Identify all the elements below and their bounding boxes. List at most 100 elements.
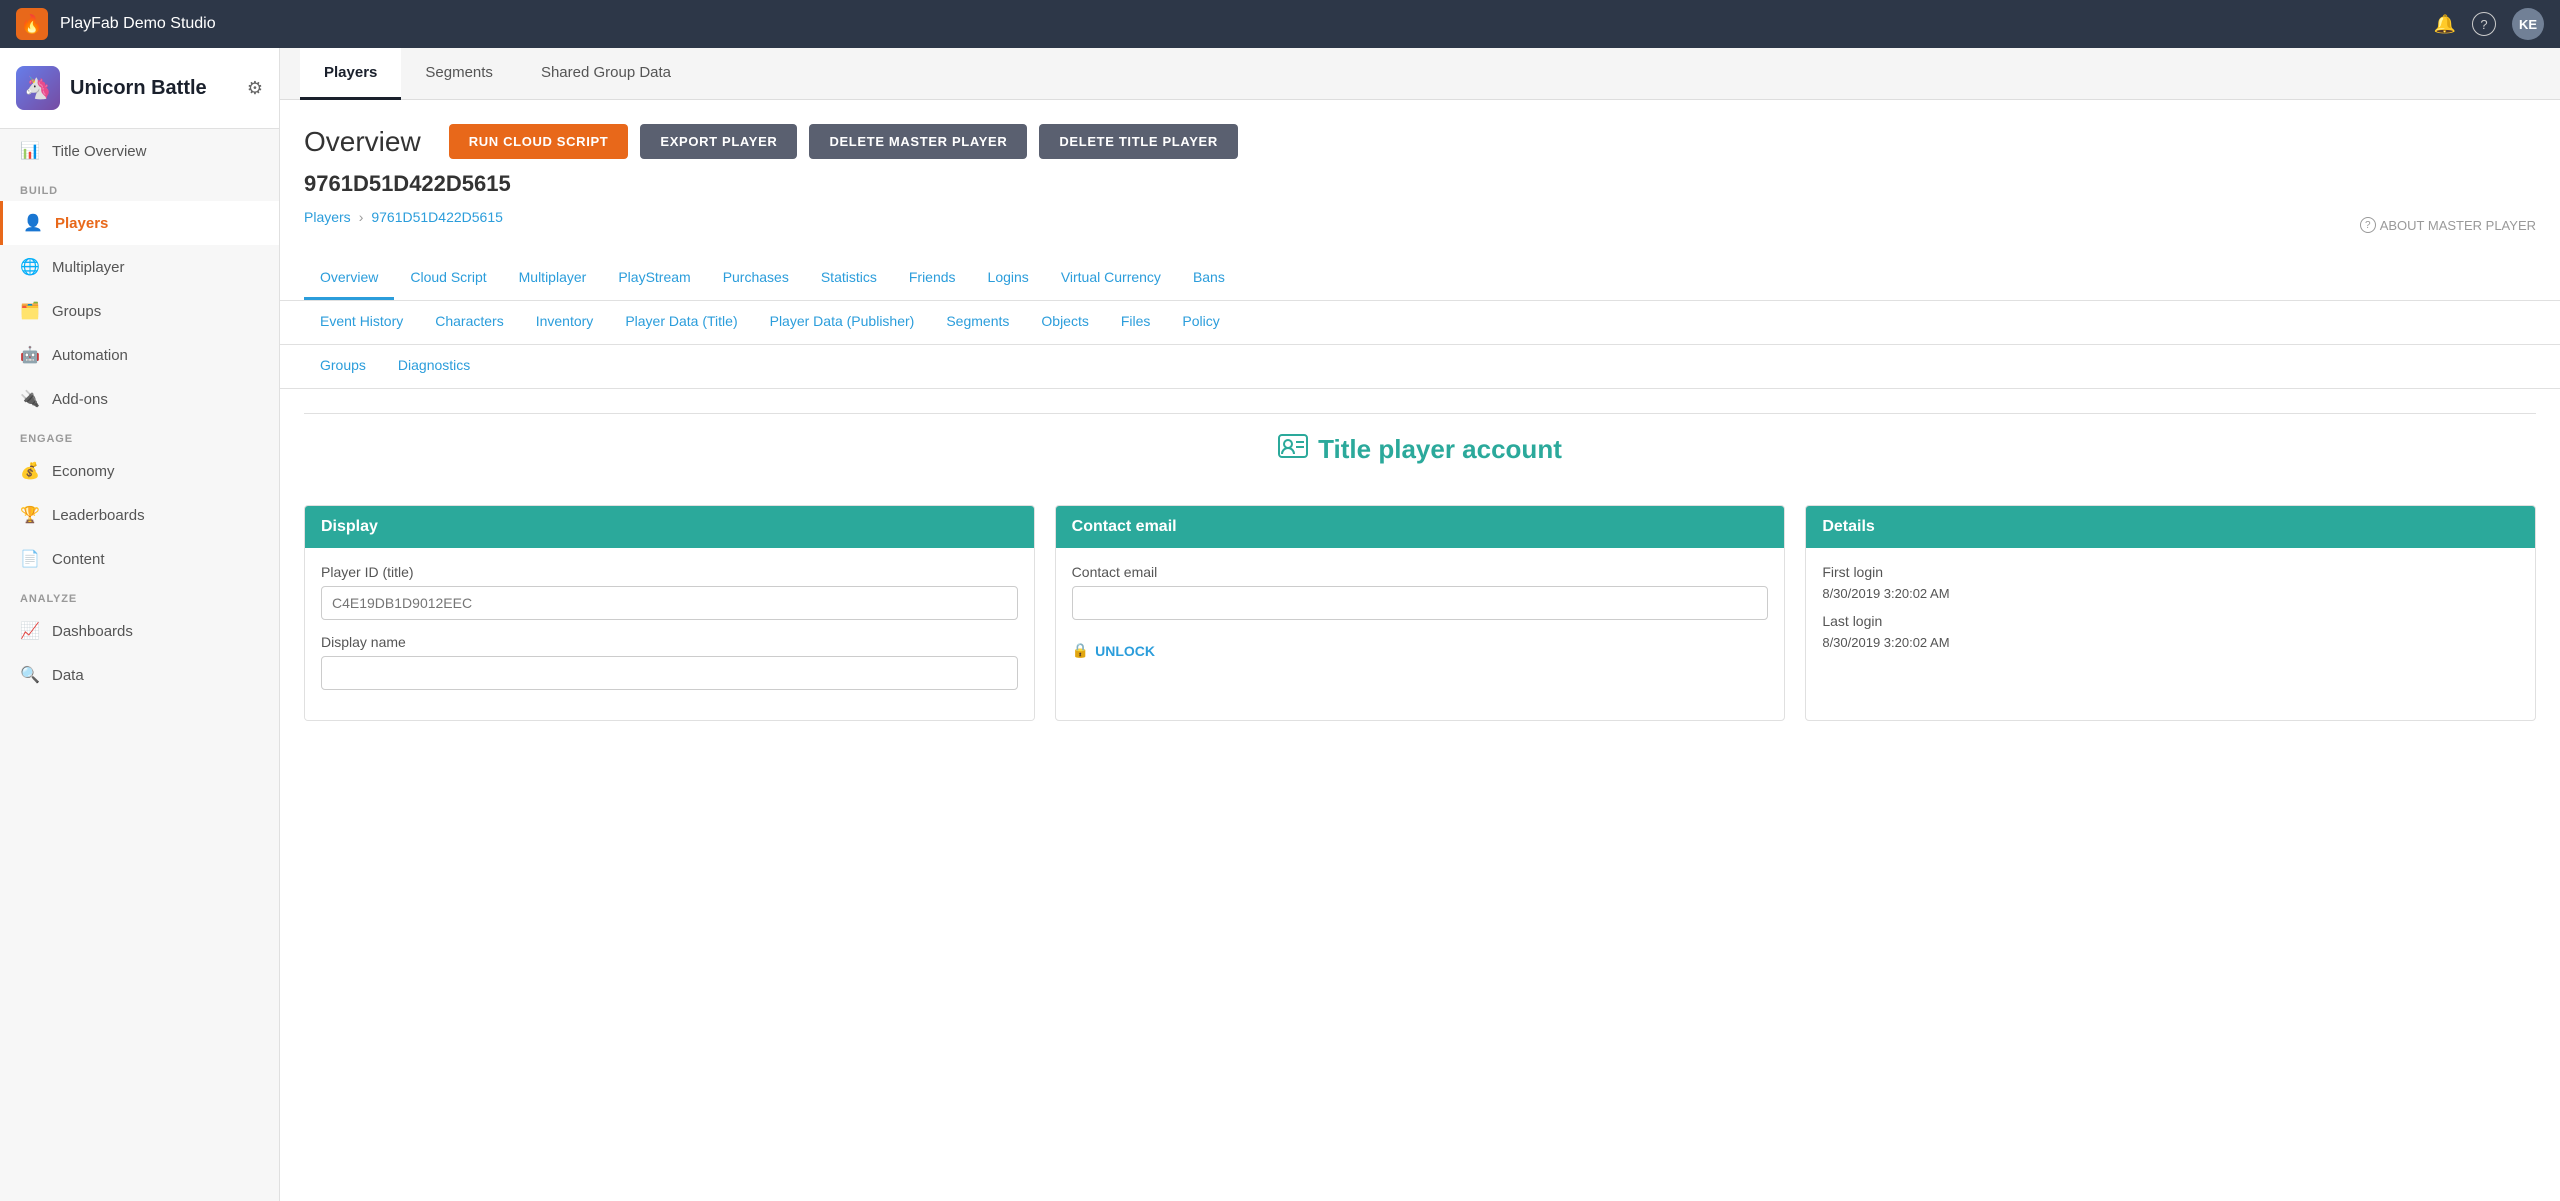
automation-icon: 🤖 bbox=[20, 345, 40, 365]
sidebar-item-addons[interactable]: 🔌 Add-ons bbox=[0, 377, 279, 421]
economy-icon: 💰 bbox=[20, 461, 40, 481]
sidebar-label-addons: Add-ons bbox=[52, 391, 108, 408]
delete-title-player-button[interactable]: DELETE TITLE PLAYER bbox=[1039, 124, 1238, 159]
groups-icon: 🗂️ bbox=[20, 301, 40, 321]
sidebar-label-players: Players bbox=[55, 215, 108, 232]
tab-players[interactable]: Players bbox=[300, 48, 401, 100]
player-tab-files[interactable]: Files bbox=[1105, 301, 1167, 344]
player-tab-player-data-title[interactable]: Player Data (Title) bbox=[609, 301, 753, 344]
display-name-label: Display name bbox=[321, 634, 1018, 650]
player-tab-characters[interactable]: Characters bbox=[419, 301, 519, 344]
player-tab-player-data-publisher[interactable]: Player Data (Publisher) bbox=[754, 301, 931, 344]
player-tab-statistics[interactable]: Statistics bbox=[805, 257, 893, 300]
last-login-value: 8/30/2019 3:20:02 AM bbox=[1822, 635, 2519, 650]
player-tab-friends[interactable]: Friends bbox=[893, 257, 972, 300]
player-tab-multiplayer[interactable]: Multiplayer bbox=[503, 257, 603, 300]
breadcrumb-current: 9761D51D422D5615 bbox=[371, 209, 503, 225]
player-tab-cloud-script[interactable]: Cloud Script bbox=[394, 257, 502, 300]
player-tab-objects[interactable]: Objects bbox=[1025, 301, 1104, 344]
bell-icon[interactable]: 🔔 bbox=[2434, 14, 2456, 35]
breadcrumb-row: Players › 9761D51D422D5615 ? ABOUT MASTE… bbox=[304, 209, 2536, 241]
data-icon: 🔍 bbox=[20, 665, 40, 685]
player-tab-segments[interactable]: Segments bbox=[930, 301, 1025, 344]
export-player-button[interactable]: EXPORT PLAYER bbox=[640, 124, 797, 159]
lock-icon: 🔒 bbox=[1072, 642, 1089, 659]
sidebar-item-leaderboards[interactable]: 🏆 Leaderboards bbox=[0, 493, 279, 537]
breadcrumb-players-link[interactable]: Players bbox=[304, 209, 351, 225]
player-content: Title player account Display Player ID (… bbox=[280, 389, 2560, 745]
players-icon: 👤 bbox=[23, 213, 43, 233]
main-content: Players Segments Shared Group Data Overv… bbox=[280, 48, 2560, 1201]
player-tab-groups[interactable]: Groups bbox=[304, 345, 382, 388]
sidebar: 🦄 Unicorn Battle ⚙ 📊 Title Overview BUIL… bbox=[0, 48, 280, 1201]
player-tab-policy[interactable]: Policy bbox=[1166, 301, 1235, 344]
sidebar-item-economy[interactable]: 💰 Economy bbox=[0, 449, 279, 493]
studio-title: PlayFab Demo Studio bbox=[60, 15, 216, 33]
globe-icon: 🌐 bbox=[20, 257, 40, 277]
breadcrumb: Players › 9761D51D422D5615 bbox=[304, 209, 503, 225]
content-icon: 📄 bbox=[20, 549, 40, 569]
player-tab-logins[interactable]: Logins bbox=[972, 257, 1045, 300]
dashboards-icon: 📈 bbox=[20, 621, 40, 641]
display-name-input[interactable] bbox=[321, 656, 1018, 690]
last-login-label: Last login bbox=[1822, 613, 2519, 629]
contact-email-input[interactable] bbox=[1072, 586, 1769, 620]
addons-icon: 🔌 bbox=[20, 389, 40, 409]
first-login-value: 8/30/2019 3:20:02 AM bbox=[1822, 586, 2519, 601]
player-tab-purchases[interactable]: Purchases bbox=[707, 257, 805, 300]
sidebar-item-multiplayer[interactable]: 🌐 Multiplayer bbox=[0, 245, 279, 289]
sidebar-label-dashboards: Dashboards bbox=[52, 623, 133, 640]
top-nav-left: 🔥 PlayFab Demo Studio bbox=[16, 8, 216, 40]
first-login-label: First login bbox=[1822, 564, 2519, 580]
sidebar-item-players[interactable]: 👤 Players bbox=[0, 201, 279, 245]
player-tabs-row3: Groups Diagnostics bbox=[280, 345, 2560, 389]
gear-icon[interactable]: ⚙ bbox=[247, 78, 263, 99]
sidebar-label-data: Data bbox=[52, 667, 84, 684]
overview-header: Overview RUN CLOUD SCRIPT EXPORT PLAYER … bbox=[304, 124, 2536, 159]
build-section-label: BUILD bbox=[0, 173, 279, 201]
game-icon: 🦄 bbox=[16, 66, 60, 110]
app-layout: 🦄 Unicorn Battle ⚙ 📊 Title Overview BUIL… bbox=[0, 48, 2560, 1201]
player-tab-diagnostics[interactable]: Diagnostics bbox=[382, 345, 486, 388]
tab-shared-group-data[interactable]: Shared Group Data bbox=[517, 48, 695, 100]
run-cloud-script-button[interactable]: RUN CLOUD SCRIPT bbox=[449, 124, 629, 159]
player-tab-playstream[interactable]: PlayStream bbox=[602, 257, 706, 300]
logo-icon: 🔥 bbox=[21, 14, 43, 35]
sidebar-item-content[interactable]: 📄 Content bbox=[0, 537, 279, 581]
contact-email-card-header: Contact email bbox=[1056, 506, 1785, 548]
sidebar-item-automation[interactable]: 🤖 Automation bbox=[0, 333, 279, 377]
player-tab-bans[interactable]: Bans bbox=[1177, 257, 1241, 300]
player-id-title-input[interactable] bbox=[321, 586, 1018, 620]
player-tab-virtual-currency[interactable]: Virtual Currency bbox=[1045, 257, 1177, 300]
player-tab-overview[interactable]: Overview bbox=[304, 257, 394, 300]
user-avatar[interactable]: KE bbox=[2512, 8, 2544, 40]
sidebar-label-economy: Economy bbox=[52, 463, 115, 480]
about-master-player[interactable]: ? ABOUT MASTER PLAYER bbox=[2360, 217, 2536, 233]
player-tab-event-history[interactable]: Event History bbox=[304, 301, 419, 344]
sidebar-item-dashboards[interactable]: 📈 Dashboards bbox=[0, 609, 279, 653]
player-id: 9761D51D422D5615 bbox=[304, 171, 2536, 197]
sidebar-item-groups[interactable]: 🗂️ Groups bbox=[0, 289, 279, 333]
overview-title: Overview bbox=[304, 126, 421, 158]
player-tab-inventory[interactable]: Inventory bbox=[520, 301, 610, 344]
delete-master-player-button[interactable]: DELETE MASTER PLAYER bbox=[809, 124, 1027, 159]
breadcrumb-separator: › bbox=[359, 209, 364, 225]
help-icon[interactable]: ? bbox=[2472, 12, 2496, 36]
sidebar-item-title-overview[interactable]: 📊 Title Overview bbox=[0, 129, 279, 173]
sidebar-label-groups: Groups bbox=[52, 303, 101, 320]
display-card-body: Player ID (title) Display name bbox=[305, 548, 1034, 720]
sidebar-item-data[interactable]: 🔍 Data bbox=[0, 653, 279, 697]
tab-segments[interactable]: Segments bbox=[401, 48, 517, 100]
sidebar-label-multiplayer: Multiplayer bbox=[52, 259, 125, 276]
cards-row: Display Player ID (title) Display name C… bbox=[304, 505, 2536, 721]
contact-email-card-body: Contact email 🔒 UNLOCK bbox=[1056, 548, 1785, 683]
unlock-button[interactable]: 🔒 UNLOCK bbox=[1072, 634, 1769, 667]
title-player-icon bbox=[1278, 434, 1308, 465]
game-name: Unicorn Battle bbox=[70, 77, 207, 100]
display-card-header: Display bbox=[305, 506, 1034, 548]
display-card: Display Player ID (title) Display name bbox=[304, 505, 1035, 721]
top-nav: 🔥 PlayFab Demo Studio 🔔 ? KE bbox=[0, 0, 2560, 48]
playfab-logo[interactable]: 🔥 bbox=[16, 8, 48, 40]
contact-email-label: Contact email bbox=[1072, 564, 1769, 580]
sidebar-label-title-overview: Title Overview bbox=[52, 143, 146, 160]
